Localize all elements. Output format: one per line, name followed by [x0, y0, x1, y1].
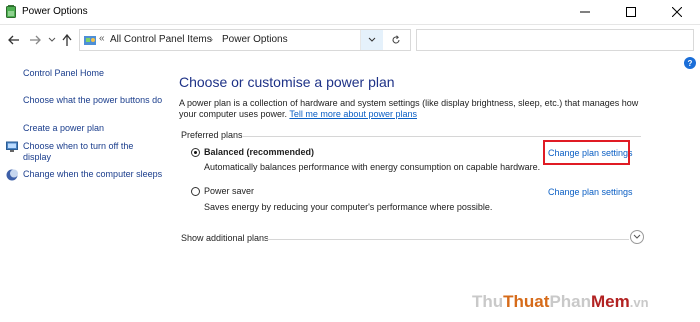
page-description: A power plan is a collection of hardware… [179, 98, 639, 120]
address-toolbar: « All Control Panel Items › Power Option… [0, 25, 700, 55]
monitor-icon [6, 141, 18, 153]
refresh-button[interactable] [383, 30, 409, 50]
address-bar[interactable]: « All Control Panel Items › Power Option… [79, 29, 411, 51]
watermark-part: Mem [591, 292, 630, 311]
refresh-icon [392, 35, 400, 44]
arrow-left-icon [8, 35, 19, 45]
breadcrumb-overflow[interactable]: « [99, 33, 105, 44]
chevron-down-icon [48, 37, 56, 42]
sidebar-item-display-off[interactable]: Choose when to turn off the display [23, 141, 163, 163]
arrow-up-icon [62, 34, 72, 46]
sidebar: Control Panel Home Choose what the power… [0, 56, 170, 322]
control-panel-icon [83, 33, 97, 47]
address-dropdown-button[interactable] [360, 30, 383, 50]
breadcrumb-all-control-panel-items[interactable]: All Control Panel Items [110, 34, 212, 45]
back-button[interactable] [7, 33, 21, 47]
balanced-radio[interactable] [191, 148, 200, 157]
recent-locations-button[interactable] [45, 33, 59, 47]
sidebar-item-create-plan[interactable]: Create a power plan [23, 123, 163, 134]
breadcrumb-power-options[interactable]: Power Options [222, 34, 288, 45]
search-input[interactable] [416, 29, 694, 51]
show-more-divider [267, 239, 629, 240]
battery-icon [6, 5, 16, 18]
chevron-down-icon [368, 37, 376, 42]
power-saver-radio[interactable] [191, 187, 200, 196]
arrow-right-icon [30, 35, 41, 45]
window-title: Power Options [22, 6, 88, 17]
chevron-down-icon [633, 234, 641, 239]
expand-plans-button[interactable] [630, 230, 644, 244]
watermark-logo: ThuThuatPhanMem.vn [472, 292, 649, 312]
minimize-icon [580, 11, 590, 13]
watermark-part: .vn [629, 295, 649, 310]
group-divider [243, 136, 641, 137]
maximize-icon [626, 7, 636, 17]
highlight-box [543, 140, 630, 165]
sidebar-item-computer-sleeps[interactable]: Change when the computer sleeps [23, 169, 163, 180]
minimize-button[interactable] [562, 0, 608, 24]
preferred-plans-label: Preferred plans [181, 130, 243, 140]
power-saver-plan-description: Saves energy by reducing your computer's… [204, 202, 493, 212]
sidebar-item-power-buttons[interactable]: Choose what the power buttons do [23, 95, 163, 106]
breadcrumb-chevron-icon[interactable]: › [210, 34, 213, 44]
main-content: Choose or customise a power plan A power… [178, 56, 648, 322]
sidebar-item-control-panel-home[interactable]: Control Panel Home [23, 68, 163, 79]
balanced-plan-description: Automatically balances performance with … [204, 162, 541, 172]
power-saver-plan-name[interactable]: Power saver [204, 186, 254, 196]
up-button[interactable] [60, 33, 74, 47]
forward-button[interactable] [28, 33, 42, 47]
close-icon [672, 7, 682, 17]
title-bar: Power Options [0, 0, 700, 25]
help-icon[interactable]: ? [684, 57, 696, 69]
moon-icon [6, 169, 18, 181]
maximize-button[interactable] [608, 0, 654, 24]
watermark-part: Thuat [503, 292, 550, 311]
page-title: Choose or customise a power plan [179, 74, 395, 90]
show-additional-plans-label[interactable]: Show additional plans [181, 233, 269, 243]
learn-more-link[interactable]: Tell me more about power plans [289, 109, 417, 119]
watermark-part: Thu [472, 292, 504, 311]
power-saver-change-settings-link[interactable]: Change plan settings [548, 187, 633, 197]
balanced-plan-name[interactable]: Balanced (recommended) [204, 147, 314, 157]
watermark-part: Phan [549, 292, 591, 311]
close-button[interactable] [654, 0, 700, 24]
